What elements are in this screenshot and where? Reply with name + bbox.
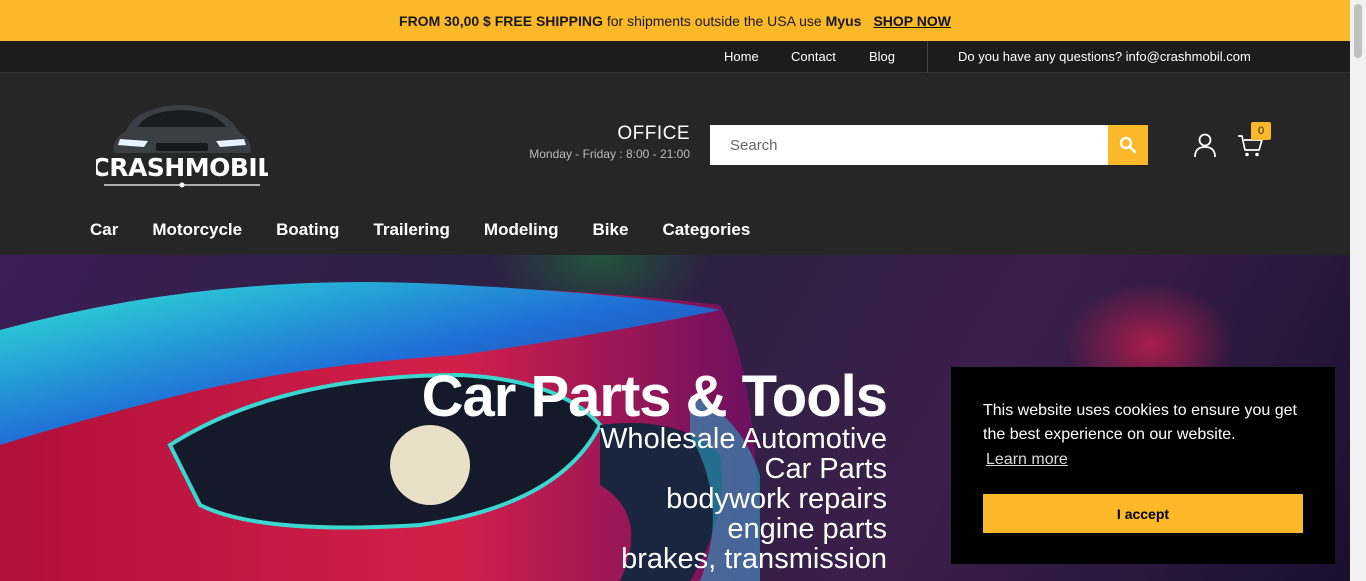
user-icon <box>1194 133 1216 158</box>
hero-line-2: Car Parts <box>764 453 887 485</box>
hero-line-4: engine parts <box>727 513 887 545</box>
search-input[interactable] <box>710 125 1108 165</box>
cookie-message: This website uses cookies to ensure you … <box>983 402 1297 443</box>
account-button[interactable] <box>1191 131 1219 159</box>
promo-bar: FROM 30,00 $ FREE SHIPPING for shipments… <box>0 0 1350 41</box>
cart-count-badge: 0 <box>1251 122 1271 140</box>
office-title: OFFICE <box>617 123 690 144</box>
hero-line-3: bodywork repairs <box>666 483 887 515</box>
topnav-home-link[interactable]: Home <box>724 49 759 64</box>
nav-item-categories[interactable]: Categories <box>662 220 750 240</box>
promo-text: for shipments outside the USA use <box>606 12 822 29</box>
promo-brand: Myus <box>825 12 862 29</box>
nav-item-bike[interactable]: Bike <box>593 220 629 240</box>
search-bar <box>710 125 1148 165</box>
cookie-consent-dialog: This website uses cookies to ensure you … <box>951 367 1335 564</box>
hero-line-1: Wholesale Automotive <box>600 423 887 455</box>
nav-item-trailering[interactable]: Trailering <box>373 220 450 240</box>
nav-item-modeling[interactable]: Modeling <box>484 220 559 240</box>
top-navigation: Home Contact Blog Do you have any questi… <box>0 41 1350 73</box>
car-logo-icon: CRASHMOBIL <box>91 105 274 188</box>
scrollbar-thumb[interactable] <box>1354 4 1362 58</box>
nav-item-boating[interactable]: Boating <box>276 220 339 240</box>
search-icon <box>1119 136 1137 154</box>
contact-email-text[interactable]: Do you have any questions? info@crashmob… <box>958 49 1251 64</box>
search-button[interactable] <box>1108 125 1148 165</box>
hero-title: Car Parts & Tools <box>421 364 888 429</box>
topnav-divider <box>927 41 928 73</box>
accept-cookies-button[interactable]: I accept <box>983 494 1303 533</box>
nav-item-car[interactable]: Car <box>90 220 118 240</box>
office-hours: Monday - Friday : 8:00 - 21:00 <box>529 147 690 161</box>
logo-text: CRASHMOBIL <box>96 153 268 182</box>
crashmobil-logo[interactable]: CRASHMOBIL <box>91 101 274 191</box>
main-navigation: Car Motorcycle Boating Trailering Modeli… <box>90 220 784 240</box>
promo-lead: FROM 30,00 $ FREE SHIPPING <box>399 12 603 29</box>
shop-now-link[interactable]: SHOP NOW <box>873 13 951 29</box>
nav-item-motorcycle[interactable]: Motorcycle <box>152 220 242 240</box>
learn-more-link[interactable]: Learn more <box>983 449 1071 471</box>
hero-line-5: brakes, transmission <box>621 543 887 575</box>
page-scrollbar[interactable] <box>1350 0 1366 581</box>
topnav-blog-link[interactable]: Blog <box>869 49 895 64</box>
topnav-contact-link[interactable]: Contact <box>791 49 836 64</box>
site-header: CRASHMOBIL OFFICE Monday - Friday : 8:00… <box>0 73 1350 255</box>
